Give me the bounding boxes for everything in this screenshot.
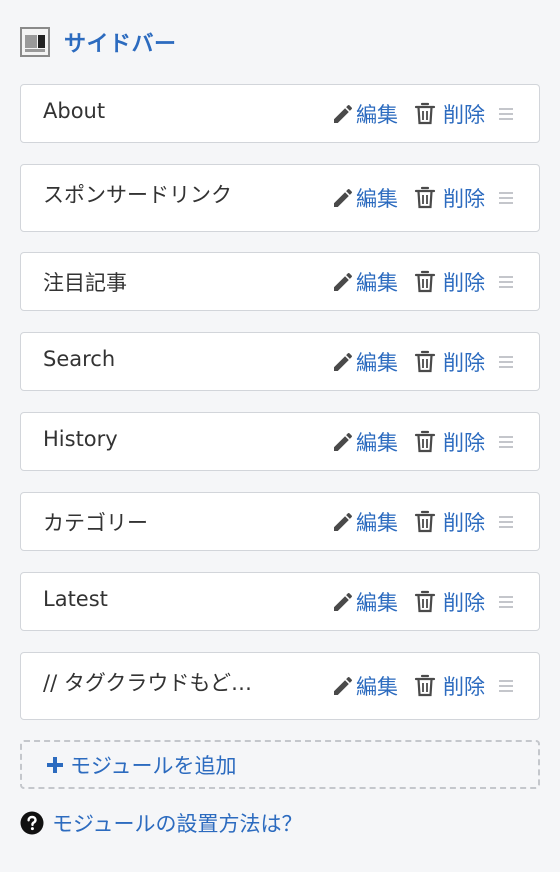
- delete-button[interactable]: 削除: [414, 507, 485, 537]
- sidebar-layout-icon: [20, 27, 50, 57]
- pencil-icon: [334, 272, 353, 291]
- delete-label: 削除: [443, 510, 485, 535]
- edit-label: 編集: [356, 510, 398, 535]
- drag-handle-icon[interactable]: [499, 435, 513, 449]
- plus-icon: [47, 756, 63, 773]
- trash-icon: [414, 510, 436, 532]
- trash-icon: [414, 590, 436, 612]
- edit-button[interactable]: 編集: [331, 347, 398, 377]
- drag-handle-icon[interactable]: [499, 515, 513, 529]
- edit-button[interactable]: 編集: [331, 99, 398, 129]
- edit-label: 編集: [356, 350, 398, 375]
- sidebar-title: サイドバー: [64, 32, 177, 57]
- module-name: スポンサードリンク: [43, 183, 232, 207]
- module-item: Search 編集 削除: [20, 332, 540, 391]
- delete-button[interactable]: 削除: [414, 183, 485, 213]
- edit-button[interactable]: 編集: [331, 427, 398, 457]
- delete-button[interactable]: 削除: [414, 587, 485, 617]
- drag-handle-icon[interactable]: [499, 679, 513, 693]
- edit-label: 編集: [356, 590, 398, 615]
- delete-label: 削除: [443, 350, 485, 375]
- module-name: // タグクラウドもど…: [43, 671, 252, 695]
- pencil-icon: [334, 676, 353, 695]
- drag-handle-icon[interactable]: [499, 355, 513, 369]
- module-item: About 編集 削除: [20, 84, 540, 143]
- module-name: 注目記事: [43, 271, 127, 295]
- pencil-icon: [334, 104, 353, 123]
- trash-icon: [414, 350, 436, 372]
- edit-button[interactable]: 編集: [331, 507, 398, 537]
- help-link[interactable]: モジュールの設置方法は？: [20, 808, 303, 838]
- module-name: カテゴリー: [43, 511, 148, 535]
- module-item: 注目記事 編集 削除: [20, 252, 540, 311]
- module-name: About: [43, 99, 106, 123]
- pencil-icon: [334, 188, 353, 207]
- edit-button[interactable]: 編集: [331, 267, 398, 297]
- module-name: History: [43, 427, 118, 451]
- trash-icon: [414, 186, 436, 209]
- delete-label: 削除: [443, 675, 485, 699]
- drag-handle-icon[interactable]: [499, 595, 513, 609]
- trash-icon: [414, 674, 436, 697]
- edit-label: 編集: [356, 270, 398, 295]
- module-name: Latest: [43, 587, 108, 611]
- edit-label: 編集: [356, 430, 398, 455]
- edit-label: 編集: [356, 102, 398, 127]
- delete-button[interactable]: 削除: [414, 267, 485, 297]
- drag-handle-icon[interactable]: [499, 107, 513, 121]
- trash-icon: [414, 270, 436, 292]
- edit-label: 編集: [356, 675, 398, 699]
- edit-button[interactable]: 編集: [331, 671, 398, 701]
- delete-label: 削除: [443, 590, 485, 615]
- add-module-button[interactable]: モジュールを追加: [20, 740, 540, 789]
- module-item: History 編集 削除: [20, 412, 540, 471]
- module-item: スポンサードリンク 編集 削除: [20, 164, 540, 232]
- drag-handle-icon[interactable]: [499, 275, 513, 289]
- add-module-label: モジュールを追加: [70, 753, 237, 778]
- edit-button[interactable]: 編集: [331, 183, 398, 213]
- delete-label: 削除: [443, 102, 485, 127]
- edit-button[interactable]: 編集: [331, 587, 398, 617]
- help-label: モジュールの設置方法は？: [52, 812, 303, 836]
- pencil-icon: [334, 352, 353, 371]
- question-circle-icon: [20, 811, 44, 835]
- delete-label: 削除: [443, 270, 485, 295]
- pencil-icon: [334, 512, 353, 531]
- module-item: Latest 編集 削除: [20, 572, 540, 631]
- pencil-icon: [334, 592, 353, 611]
- module-item: // タグクラウドもど… 編集 削除: [20, 652, 540, 720]
- drag-handle-icon[interactable]: [499, 191, 513, 205]
- delete-button[interactable]: 削除: [414, 671, 485, 701]
- delete-label: 削除: [443, 187, 485, 211]
- trash-icon: [414, 102, 436, 124]
- sidebar-header: サイドバー: [20, 24, 177, 60]
- pencil-icon: [334, 432, 353, 451]
- delete-button[interactable]: 削除: [414, 427, 485, 457]
- module-item: カテゴリー 編集 削除: [20, 492, 540, 551]
- delete-button[interactable]: 削除: [414, 99, 485, 129]
- trash-icon: [414, 430, 436, 452]
- delete-button[interactable]: 削除: [414, 347, 485, 377]
- edit-label: 編集: [356, 187, 398, 211]
- module-name: Search: [43, 347, 116, 371]
- delete-label: 削除: [443, 430, 485, 455]
